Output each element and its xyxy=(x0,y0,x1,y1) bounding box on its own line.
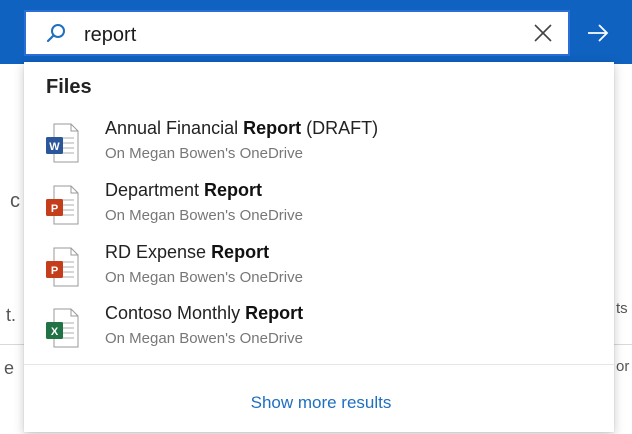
result-title-match: Report xyxy=(211,242,270,262)
background-text: ts xyxy=(616,300,628,317)
result-location: On Megan Bowen's OneDrive xyxy=(105,207,303,224)
background-divider xyxy=(0,344,24,345)
result-item[interactable]: X Contoso Monthly Report On Megan Bowen's … xyxy=(44,303,604,357)
clear-icon[interactable] xyxy=(532,22,554,44)
result-item[interactable]: P Department Report On Megan Bowen's OneDr… xyxy=(44,180,604,234)
background-text: or xyxy=(616,358,630,375)
powerpoint-file-icon: P xyxy=(46,185,79,225)
background-divider xyxy=(614,344,632,345)
file-type-badge: P xyxy=(51,265,58,277)
result-title-prefix: Contoso Monthly xyxy=(105,303,246,323)
file-type-badge: P xyxy=(51,203,58,215)
result-item[interactable]: P RD Expense Report On Megan Bowen's OneDr… xyxy=(44,242,604,296)
search-input[interactable] xyxy=(82,20,526,50)
result-location: On Megan Bowen's OneDrive xyxy=(105,269,303,286)
result-title: RD Expense Report xyxy=(105,242,269,263)
word-file-icon: W xyxy=(46,123,79,163)
result-title-match: Report xyxy=(204,180,263,200)
result-title-match: Report xyxy=(243,118,302,138)
search-box[interactable] xyxy=(24,10,570,56)
search-submit-button[interactable] xyxy=(570,10,626,56)
arrow-right-icon xyxy=(588,24,609,42)
result-location: On Megan Bowen's OneDrive xyxy=(105,330,303,347)
result-title-prefix: Department xyxy=(105,180,205,200)
result-title-prefix: RD Expense xyxy=(105,242,212,262)
show-more-results-link[interactable]: Show more results xyxy=(24,393,618,413)
excel-file-icon: X xyxy=(46,308,79,348)
result-title: Annual Financial Report (DRAFT) xyxy=(105,118,378,139)
background-text: t. xyxy=(6,305,17,325)
search-icon xyxy=(46,24,65,43)
background-text: e xyxy=(4,358,15,378)
powerpoint-file-icon: P xyxy=(46,247,79,287)
background-text: c xyxy=(10,190,20,212)
result-title-prefix: Annual Financial xyxy=(105,118,244,138)
divider xyxy=(24,364,614,365)
result-item[interactable]: W Annual Financial Report (DRAFT) On Megan… xyxy=(44,118,604,172)
search-suggestions-dropdown: Files W Annual Financial Report (DRAFT) On… xyxy=(24,62,614,432)
file-type-badge: X xyxy=(51,326,59,338)
top-bar xyxy=(0,0,632,64)
result-title-match: Report xyxy=(245,303,304,323)
section-title-files: Files xyxy=(46,76,92,98)
result-title-suffix: (DRAFT) xyxy=(301,118,379,138)
file-type-badge: W xyxy=(49,141,60,153)
result-location: On Megan Bowen's OneDrive xyxy=(105,145,303,162)
result-title: Department Report xyxy=(105,180,262,201)
result-title: Contoso Monthly Report xyxy=(105,303,303,324)
